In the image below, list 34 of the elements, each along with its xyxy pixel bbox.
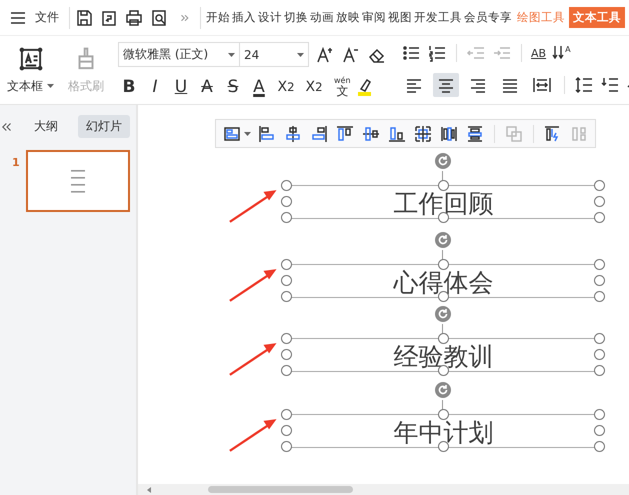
- ribbon-tab[interactable]: 会员专享: [463, 7, 513, 28]
- format-button[interactable]: A: [196, 76, 218, 98]
- pinyin-button[interactable]: wén 文: [334, 76, 351, 97]
- panel-tab[interactable]: 大纲: [26, 115, 66, 138]
- format-button[interactable]: S: [222, 76, 244, 98]
- slide-title-text: 心得体会: [394, 268, 494, 295]
- text-box[interactable]: 心得体会: [281, 258, 606, 304]
- ribbon-tab[interactable]: 开始: [205, 7, 231, 28]
- ribbon-tab[interactable]: 动画: [309, 7, 335, 28]
- slide-title-text: 经验教训: [394, 342, 494, 369]
- ribbon-tab[interactable]: 设计: [257, 7, 283, 28]
- text-box[interactable]: 经验教训: [281, 332, 606, 378]
- font-name-dropdown[interactable]: 微软雅黑 (正文): [119, 43, 240, 66]
- panel-tab[interactable]: 幻灯片: [78, 115, 130, 138]
- format-button[interactable]: A: [248, 76, 270, 98]
- ribbon-tab[interactable]: 审阅: [361, 7, 387, 28]
- text-box[interactable]: 工作回顾: [281, 179, 606, 225]
- ribbon-tab[interactable]: 放映: [335, 7, 361, 28]
- file-menu[interactable]: 文件: [35, 9, 59, 26]
- slide-title-text: 工作回顾: [394, 189, 494, 216]
- text-direction-button[interactable]: AB: [531, 46, 546, 60]
- format-button[interactable]: U: [170, 76, 192, 98]
- text-box[interactable]: 年中计划: [281, 408, 606, 454]
- format-button[interactable]: B: [118, 76, 140, 98]
- ribbon-tab[interactable]: 切换: [283, 7, 309, 28]
- text-box-button[interactable]: 文本框: [7, 78, 54, 94]
- ribbon-tab[interactable]: 开发工具: [413, 7, 463, 28]
- format-button[interactable]: I: [144, 76, 166, 98]
- sort-button[interactable]: A: [552, 44, 571, 62]
- slide-title-text: 年中计划: [394, 418, 494, 445]
- ribbon-tab[interactable]: 视图: [387, 7, 413, 28]
- ribbon-tab[interactable]: 插入: [231, 7, 257, 28]
- font-size-dropdown[interactable]: 24: [240, 43, 308, 66]
- slide-number: 1: [12, 156, 20, 169]
